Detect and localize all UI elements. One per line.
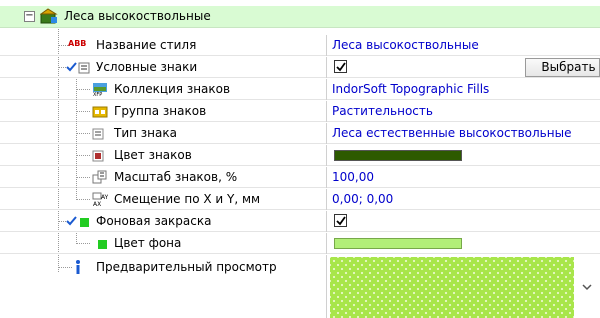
symbols-checkbox[interactable] <box>334 60 347 73</box>
row-collection[interactable]: XFP Коллекция знаков IndorSoft Topograph… <box>0 79 600 100</box>
divider <box>326 145 327 166</box>
divider <box>326 79 327 100</box>
name-cell: Условные знаки <box>0 57 326 78</box>
divider <box>326 189 327 210</box>
color-label: Цвет знаков <box>114 148 192 162</box>
divider <box>326 35 327 56</box>
group-value[interactable]: Растительность <box>332 104 433 118</box>
tree-branch <box>76 111 90 112</box>
offset-label: Смещение по X и Y, мм <box>114 192 261 206</box>
fill-color-label: Цвет фона <box>114 236 182 250</box>
tree-branch <box>76 199 90 200</box>
type-icon <box>92 128 104 140</box>
scale-label: Масштаб знаков, % <box>114 170 238 184</box>
symbol-color-swatch[interactable] <box>334 150 462 161</box>
abb-text-icon: ABB <box>68 39 87 48</box>
name-cell: XFP Коллекция знаков <box>0 79 326 100</box>
name-cell: Фоновая закраска <box>0 211 326 232</box>
tree-branch <box>76 155 90 156</box>
row-fill[interactable]: Фоновая закраска <box>0 211 600 232</box>
name-cell: Масштаб знаков, % <box>0 167 326 188</box>
fill-checkbox[interactable] <box>334 214 347 227</box>
color-icon <box>92 150 104 162</box>
svg-text:XFP: XFP <box>93 92 102 97</box>
type-label: Тип знака <box>114 126 177 140</box>
offset-icon: AY AX <box>92 192 108 207</box>
tree-branch <box>76 243 90 244</box>
collection-value[interactable]: IndorSoft Topographic Fills <box>332 82 489 96</box>
scale-value[interactable]: 100,00 <box>332 170 374 184</box>
row-scale[interactable]: Масштаб знаков, % 100,00 <box>0 167 600 188</box>
choose-button[interactable]: Выбрать <box>525 58 600 77</box>
fill-label: Фоновая закраска <box>96 214 212 228</box>
folder-style-icon <box>40 8 58 24</box>
symbols-label: Условные знаки <box>96 60 198 74</box>
row-type[interactable]: Тип знака Леса естественные высокостволь… <box>0 123 600 144</box>
checkmark-icon <box>336 216 346 226</box>
collection-icon: XFP <box>93 83 107 97</box>
collection-label: Коллекция знаков <box>114 82 231 96</box>
fill-icon <box>80 218 89 227</box>
background-color-swatch[interactable] <box>334 238 462 249</box>
preview-label: Предварительный просмотр <box>96 260 277 274</box>
row-group[interactable]: Группа знаков Растительность <box>0 101 600 122</box>
root-row[interactable]: − Леса высокоствольные <box>0 6 600 28</box>
tree-branch <box>58 67 66 68</box>
group-label: Группа знаков <box>114 104 207 118</box>
svg-text:AX: AX <box>93 201 101 207</box>
name-cell: Тип знака <box>0 123 326 144</box>
scale-icon <box>92 170 107 184</box>
symbol-list-icon <box>78 62 90 74</box>
tree-branch <box>76 89 90 90</box>
row-fill-color[interactable]: Цвет фона <box>0 233 600 254</box>
name-cell: Цвет фона <box>0 233 326 254</box>
divider <box>326 123 327 144</box>
root-label: Леса высокоствольные <box>64 9 211 23</box>
name-cell: Цвет знаков <box>0 145 326 166</box>
tree-branch <box>76 133 90 134</box>
divider <box>326 211 327 232</box>
divider <box>326 233 327 254</box>
group-icon <box>92 106 108 118</box>
style-name-label: Название стиля <box>96 38 197 52</box>
row-offset[interactable]: AY AX Смещение по X и Y, мм 0,00; 0,00 <box>0 189 600 210</box>
divider <box>326 167 327 188</box>
tree-branch <box>58 221 66 222</box>
divider <box>326 101 327 122</box>
fill-color-icon <box>98 240 107 249</box>
preview-icon <box>76 260 80 274</box>
property-grid: − Леса высокоствольные ABB Название стил… <box>0 0 600 318</box>
row-color[interactable]: Цвет знаков <box>0 145 600 166</box>
svg-text:AY: AY <box>101 194 108 201</box>
row-symbols[interactable]: Условные знаки Выбрать <box>0 57 600 78</box>
preview-pattern <box>330 257 574 318</box>
row-style-name[interactable]: ABB Название стиля Леса высокоствольные <box>0 35 600 56</box>
tree-branch <box>58 267 72 268</box>
name-cell: Группа знаков <box>0 101 326 122</box>
offset-value[interactable]: 0,00; 0,00 <box>332 192 393 206</box>
divider <box>326 255 327 318</box>
checkmark-icon <box>336 62 346 72</box>
name-cell: ABB Название стиля <box>0 35 326 56</box>
tree-branch <box>76 177 90 178</box>
chevron-down-icon[interactable] <box>582 283 592 291</box>
type-value[interactable]: Леса естественные высокоствольные <box>332 126 571 140</box>
divider <box>326 57 327 78</box>
name-cell: AY AX Смещение по X и Y, мм <box>0 189 326 210</box>
style-name-value[interactable]: Леса высокоствольные <box>332 38 479 52</box>
collapse-icon[interactable]: − <box>24 11 35 22</box>
